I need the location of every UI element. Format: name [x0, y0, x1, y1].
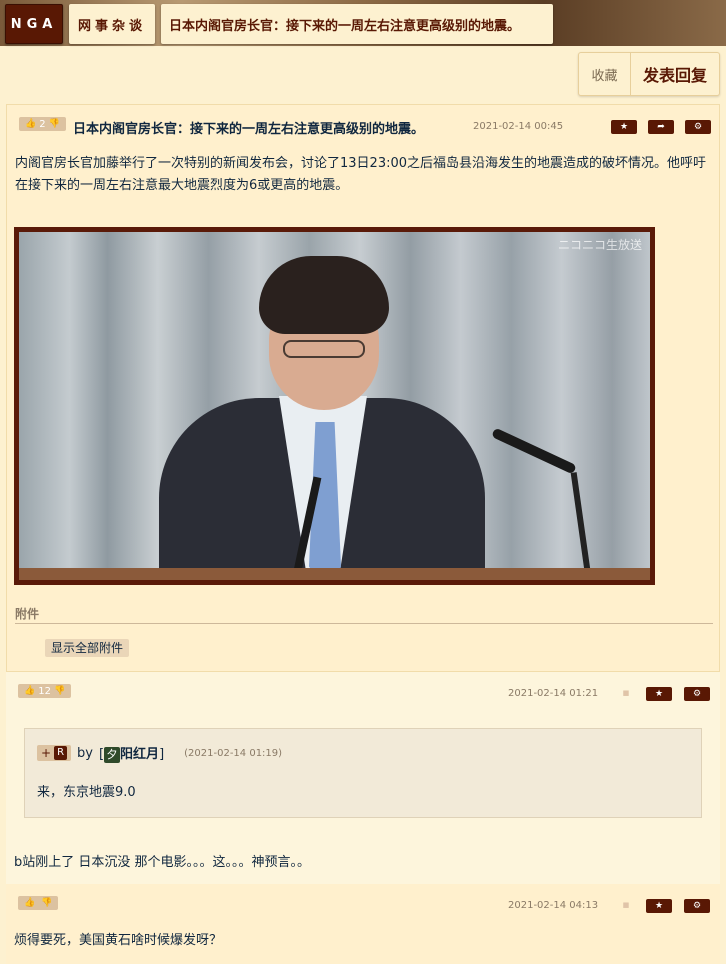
- post-time: 2021-02-14 01:21: [508, 688, 599, 699]
- favorite-button[interactable]: 收藏: [579, 53, 631, 95]
- attachments-label: 附件: [15, 607, 40, 621]
- quote-plus-label: +: [41, 746, 52, 760]
- top-bar: NGA 网事杂谈 日本内阁官房长官：接下来的一周左右注意更高级别的地震。: [0, 0, 726, 46]
- thumbs-up-icon[interactable]: 👍: [25, 119, 36, 129]
- reply-button[interactable]: 发表回复: [631, 62, 719, 86]
- star-icon[interactable]: ★: [611, 120, 637, 134]
- post-main: 👍 2 👎 日本内阁官房长官：接下来的一周左右注意更高级别的地震。 2021-0…: [6, 104, 720, 672]
- image-mic-right: [491, 427, 577, 475]
- post-header: 👍 12 👎 2021-02-14 01:21 ▪ ★ ⚙: [6, 676, 720, 706]
- post-header: 👍 2 👎 日本内阁官房长官：接下来的一周左右注意更高级别的地震。 2021-0…: [7, 109, 719, 139]
- gear-icon[interactable]: ⚙: [684, 687, 710, 701]
- post-content: b站刚上了 日本沉没 那个电影。。。这。。。神预言。。: [14, 855, 311, 870]
- quote-by-label: by: [77, 745, 93, 761]
- post-content: 烦得要死，美国黄石啥时候爆发呀？: [14, 933, 223, 948]
- breadcrumb-thread-title[interactable]: 日本内阁官房长官：接下来的一周左右注意更高级别的地震。: [161, 4, 553, 44]
- post-time: 2021-02-14 04:13: [508, 900, 599, 911]
- post-image[interactable]: ニコニコ生放送: [14, 227, 655, 585]
- thumbs-down-icon[interactable]: 👎: [41, 898, 52, 908]
- thumbs-up-icon[interactable]: 👍: [24, 898, 35, 908]
- gear-icon[interactable]: ⚙: [685, 120, 711, 134]
- post-time: 2021-02-14 00:45: [473, 121, 564, 132]
- image-watermark: ニコニコ生放送: [557, 238, 642, 252]
- image-podium: [19, 568, 650, 580]
- image-person-glasses: [283, 340, 365, 358]
- star-icon[interactable]: ★: [646, 687, 672, 701]
- vote-widget[interactable]: 👍 👎: [18, 896, 59, 910]
- breadcrumb-forum[interactable]: 网事杂谈: [69, 4, 155, 44]
- apple-icon: [585, 120, 597, 132]
- quote-username: 阳红月: [120, 747, 160, 762]
- quote-block: + R by [夕阳红月] (2021-02-14 01:19) 来，东京地震9…: [24, 728, 702, 818]
- thread-actions: 收藏 发表回复: [578, 52, 720, 96]
- star-icon[interactable]: ★: [646, 899, 672, 913]
- thumbs-down-icon[interactable]: 👎: [54, 686, 65, 696]
- vote-widget[interactable]: 👍 2 👎: [19, 117, 66, 131]
- image-person-hair: [259, 256, 389, 334]
- post-header: 👍 👎 2021-02-14 04:13 ▪ ★ ⚙: [6, 888, 720, 918]
- android-icon: ▪: [622, 686, 630, 699]
- quote-plus-button[interactable]: + R: [37, 745, 72, 761]
- quote-time: (2021-02-14 01:19): [184, 747, 283, 759]
- post-reply-1: 👍 12 👎 2021-02-14 01:21 ▪ ★ ⚙ + R by [夕阳…: [6, 672, 720, 884]
- show-all-attachments-button[interactable]: 显示全部附件: [45, 639, 130, 657]
- thumbs-up-icon[interactable]: 👍: [24, 686, 35, 696]
- quote-badge: R: [54, 746, 68, 760]
- quote-text: 来，东京地震9.0: [37, 785, 136, 800]
- site-logo[interactable]: NGA: [5, 4, 63, 44]
- post-content: 内阁官房长官加藤举行了一次特别的新闻发布会，讨论了13日23:00之后福岛县沿海…: [15, 156, 707, 193]
- gear-icon[interactable]: ⚙: [684, 899, 710, 913]
- attachments-divider: [15, 623, 713, 624]
- vote-count: 2: [39, 118, 46, 130]
- quote-header: + R by [夕阳红月] (2021-02-14 01:19): [37, 743, 282, 763]
- vote-count: 12: [38, 685, 51, 697]
- android-icon: ▪: [622, 898, 630, 911]
- vote-widget[interactable]: 👍 12 👎: [18, 684, 72, 698]
- avatar: 夕: [104, 747, 121, 763]
- thumbs-down-icon[interactable]: 👎: [49, 119, 60, 129]
- quote-user-link[interactable]: [夕阳红月]: [99, 743, 164, 763]
- post-reply-2: 👍 👎 2021-02-14 04:13 ▪ ★ ⚙ 烦得要死，美国黄石啥时候爆…: [6, 884, 720, 964]
- share-icon[interactable]: ➦: [648, 120, 674, 134]
- post-title: 日本内阁官房长官：接下来的一周左右注意更高级别的地震。: [73, 122, 425, 137]
